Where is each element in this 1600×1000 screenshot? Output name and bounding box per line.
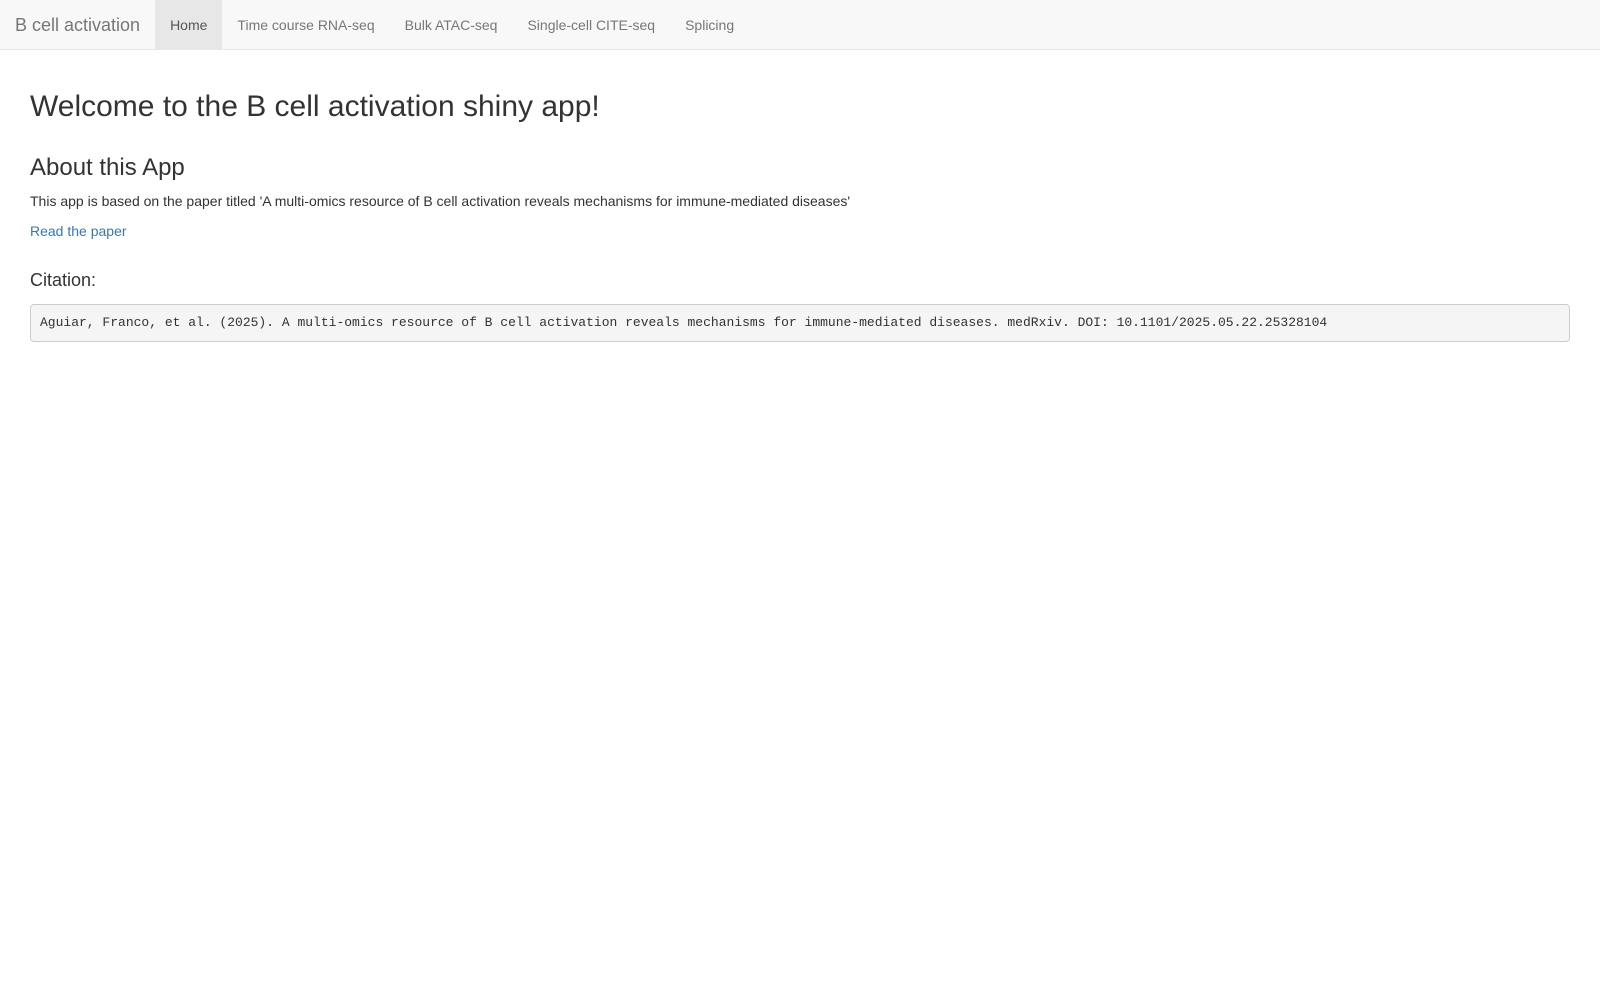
about-text: This app is based on the paper titled 'A… (30, 193, 851, 209)
tab-bulk-atac-seq[interactable]: Bulk ATAC-seq (390, 0, 513, 49)
about-heading: About this App (30, 154, 185, 181)
read-paper-link[interactable]: Read the paper (30, 221, 127, 241)
tab-splicing[interactable]: Splicing (670, 0, 749, 49)
tab-time-course-rna-seq[interactable]: Time course RNA-seq (222, 0, 389, 49)
main-content: Welcome to the B cell activation shiny a… (0, 50, 1600, 342)
top-navbar: B cell activation Home Time course RNA-s… (0, 0, 1600, 50)
page-title: Welcome to the B cell activation shiny a… (30, 90, 600, 123)
tab-single-cell-cite-seq[interactable]: Single-cell CITE-seq (512, 0, 670, 49)
navbar-tabs: Home Time course RNA-seq Bulk ATAC-seq S… (155, 0, 749, 49)
navbar-brand[interactable]: B cell activation (0, 0, 155, 49)
citation-heading: Citation: (30, 270, 97, 290)
citation-box: Aguiar, Franco, et al. (2025). A multi-o… (30, 304, 1570, 342)
tab-home[interactable]: Home (155, 0, 223, 49)
